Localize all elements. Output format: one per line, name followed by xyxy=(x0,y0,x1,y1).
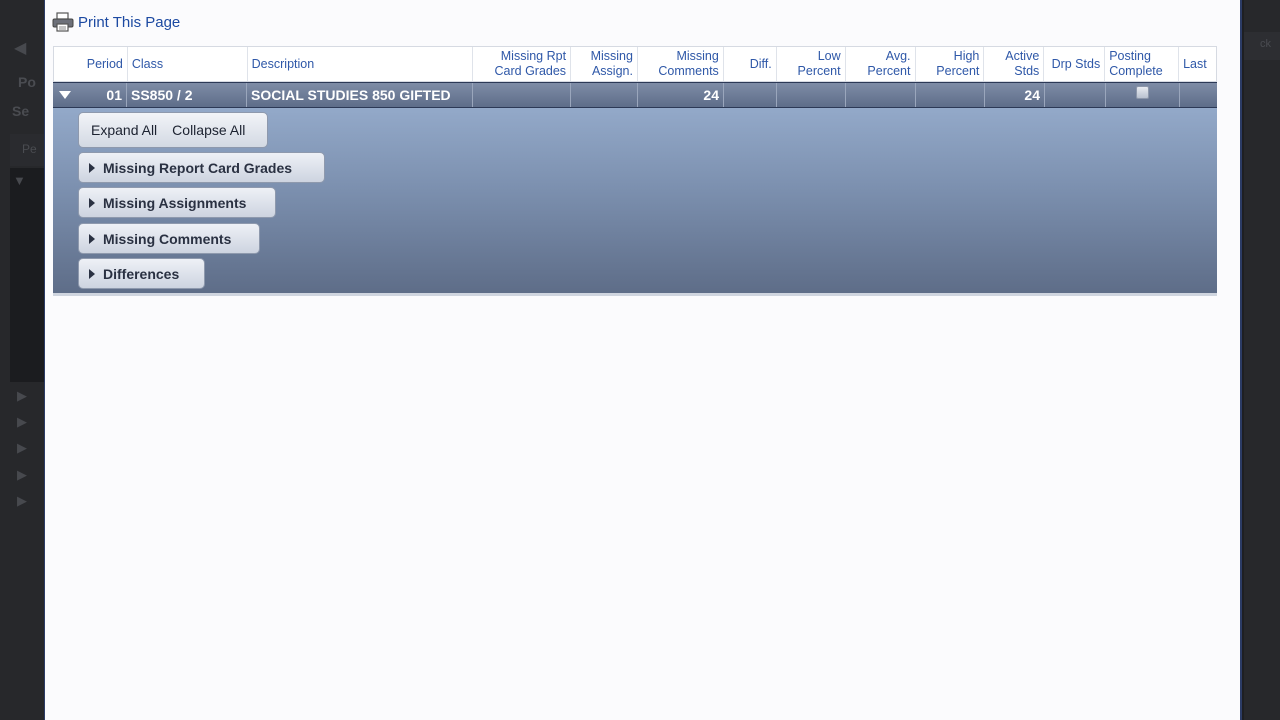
missing-comments-cell: 24 xyxy=(638,83,724,107)
column-header-drp-stds[interactable]: Drp Stds xyxy=(1044,47,1106,81)
class-summary-dialog: Print This Page Period Class Description… xyxy=(44,0,1242,720)
column-header-last[interactable]: Last xyxy=(1179,47,1216,81)
chevron-right-icon: ▶ xyxy=(17,493,27,508)
class-summary-grid: Period Class Description Missing Rpt Car… xyxy=(53,46,1217,296)
missing-assign-cell xyxy=(571,83,638,107)
active-stds-cell: 24 xyxy=(985,83,1045,107)
collapse-row-icon[interactable] xyxy=(59,91,71,99)
background-panel: ck xyxy=(1244,32,1280,60)
chevron-right-icon: ▶ xyxy=(17,414,27,429)
print-page-label: Print This Page xyxy=(78,13,181,31)
last-cell xyxy=(1180,83,1217,107)
avg-percent-cell xyxy=(846,83,916,107)
column-header-active-stds[interactable]: Active Stds xyxy=(984,47,1045,81)
chevron-right-icon: ▶ xyxy=(17,467,27,482)
background-app-left: ◀ Po Se Pe ▼ ▶ ▶ ▶ ▶ ▶ xyxy=(0,0,44,720)
background-label: Po xyxy=(18,74,36,90)
column-header-period[interactable]: Period xyxy=(54,47,128,81)
column-header-low-percent[interactable]: Low Percent xyxy=(777,47,846,81)
diff-cell xyxy=(724,83,777,107)
missing-assignments-section[interactable]: Missing Assignments xyxy=(78,187,276,218)
missing-report-card-grades-section[interactable]: Missing Report Card Grades xyxy=(78,152,325,183)
low-percent-cell xyxy=(777,83,846,107)
chevron-right-icon: ▶ xyxy=(17,440,27,455)
high-percent-cell xyxy=(916,83,985,107)
drp-stds-cell xyxy=(1045,83,1106,107)
expand-all-button[interactable]: Expand All xyxy=(91,122,157,138)
background-label: ck xyxy=(1260,38,1271,50)
grid-header: Period Class Description Missing Rpt Car… xyxy=(53,46,1217,82)
class-cell: SS850 / 2 xyxy=(127,83,247,107)
collapse-all-button[interactable]: Collapse All xyxy=(172,122,245,138)
chevron-right-icon xyxy=(89,197,95,208)
expand-collapse-group: Expand All Collapse All xyxy=(78,112,268,148)
column-header-posting-complete[interactable]: Posting Complete xyxy=(1105,47,1180,81)
chevron-down-icon: ▼ xyxy=(13,173,26,188)
period-cell: 01 xyxy=(53,83,127,107)
printer-icon xyxy=(52,12,74,32)
column-header-missing-comments[interactable]: Missing Comments xyxy=(638,47,724,81)
table-row[interactable]: 01 SS850 / 2 SOCIAL STUDIES 850 GIFTED 2… xyxy=(53,82,1217,108)
column-header-description[interactable]: Description xyxy=(248,47,474,81)
chevron-right-icon xyxy=(89,268,95,279)
section-label: Differences xyxy=(103,265,180,282)
background-app-right: ck xyxy=(1244,0,1280,720)
chevron-right-icon: ▶ xyxy=(17,388,27,403)
chevron-right-icon xyxy=(89,162,95,173)
column-header-high-percent[interactable]: High Percent xyxy=(916,47,985,81)
back-arrow-icon: ◀ xyxy=(14,40,27,57)
differences-section[interactable]: Differences xyxy=(78,258,205,289)
print-page-link[interactable]: Print This Page xyxy=(52,12,180,32)
column-header-missing-rpt-card-grades[interactable]: Missing Rpt Card Grades xyxy=(473,47,572,81)
period-value: 01 xyxy=(106,87,122,103)
column-header-diff[interactable]: Diff. xyxy=(724,47,777,81)
section-label: Missing Report Card Grades xyxy=(103,159,293,176)
section-label: Missing Assignments xyxy=(103,194,247,211)
section-label: Missing Comments xyxy=(103,230,232,247)
description-cell: SOCIAL STUDIES 850 GIFTED xyxy=(247,83,473,107)
chevron-right-icon xyxy=(89,233,95,244)
missing-rpt-card-grades-cell xyxy=(473,83,571,107)
row-detail-panel: Expand All Collapse All Missing Report C… xyxy=(53,108,1217,296)
column-header-avg-percent[interactable]: Avg. Percent xyxy=(846,47,916,81)
posting-complete-cell xyxy=(1106,83,1180,107)
background-label: Se xyxy=(12,103,30,119)
background-panel: Pe xyxy=(10,134,44,166)
background-label: Pe xyxy=(22,142,37,156)
background-panel xyxy=(10,168,44,382)
posting-complete-checkbox[interactable] xyxy=(1136,85,1149,99)
column-header-missing-assign[interactable]: Missing Assign. xyxy=(571,47,638,81)
missing-comments-section[interactable]: Missing Comments xyxy=(78,223,260,254)
column-header-class[interactable]: Class xyxy=(128,47,248,81)
